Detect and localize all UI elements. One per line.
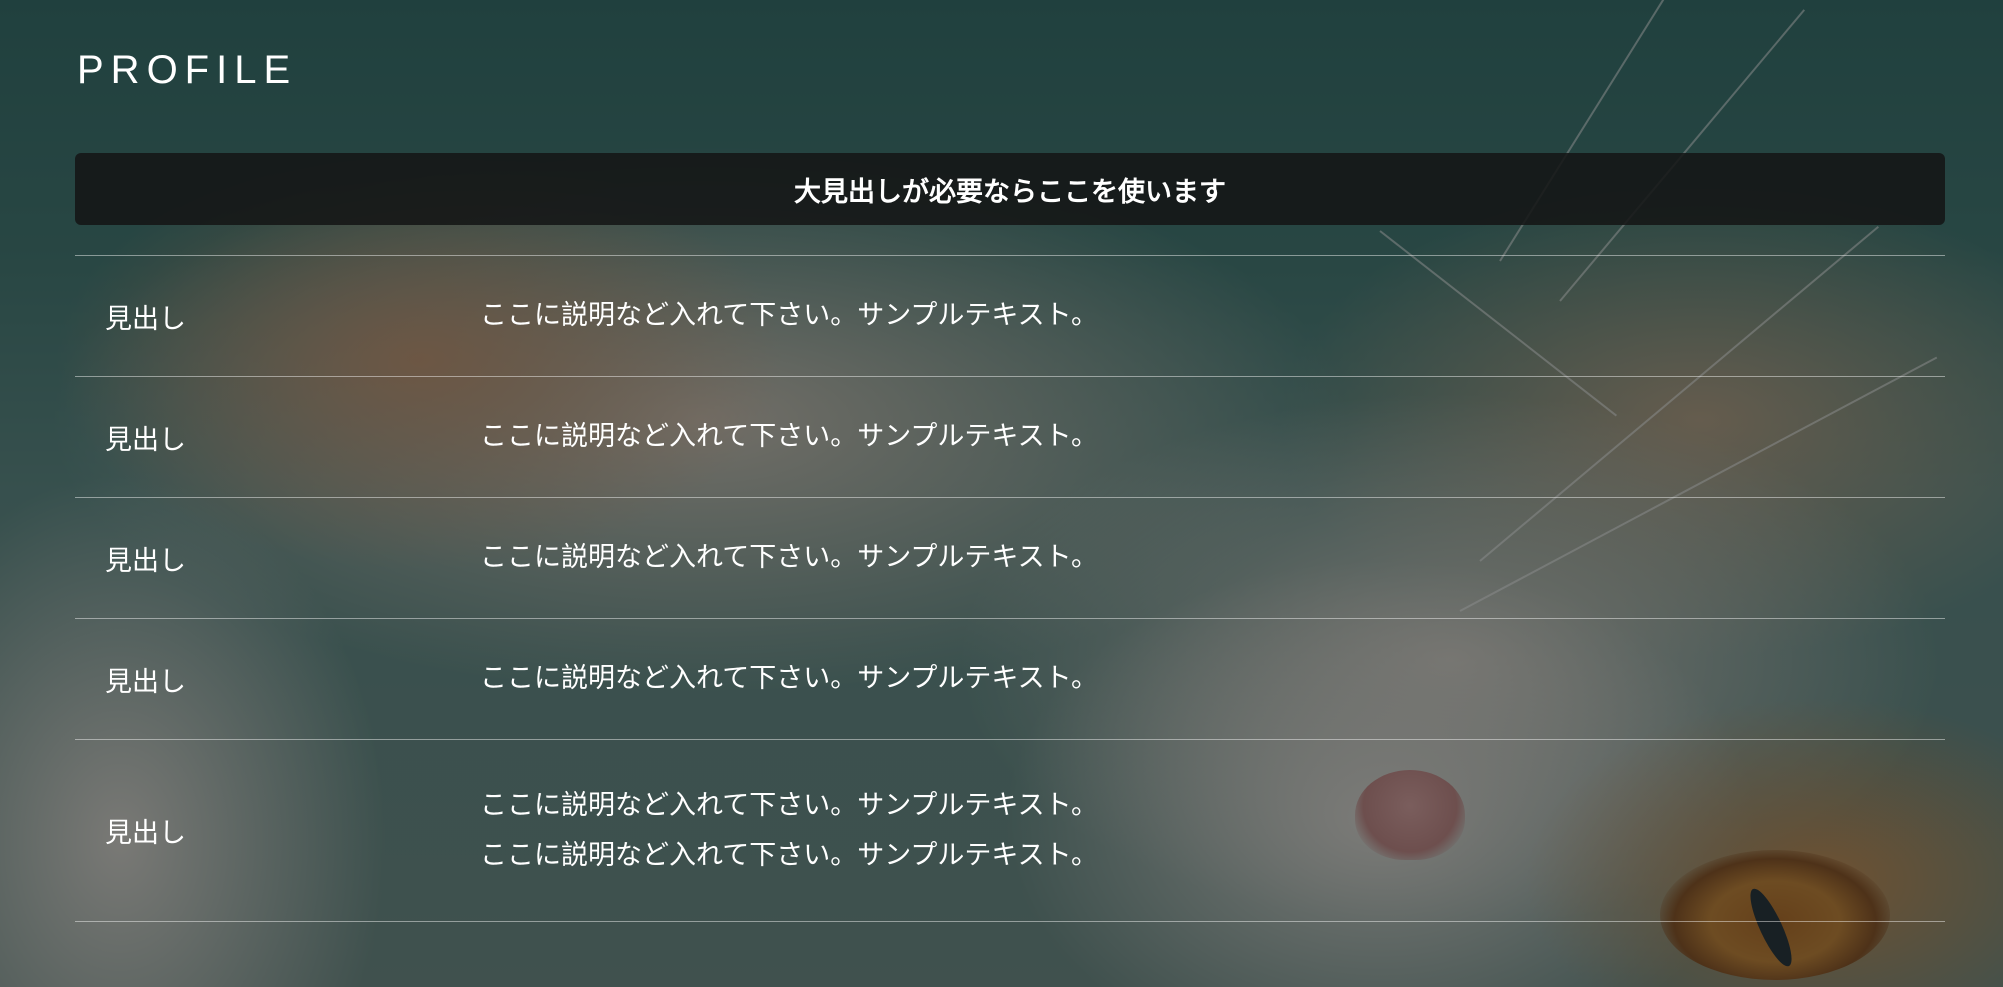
row-description-line: ここに説明など入れて下さい。サンプルテキスト。 — [480, 300, 1099, 331]
row-label: 見出し — [105, 545, 186, 577]
row-label: 見出し — [105, 303, 186, 335]
row-label: 見出し — [105, 424, 186, 456]
row-label: 見出し — [105, 818, 186, 849]
row-description: ここに説明など入れて下さい。サンプルテキスト。 — [480, 533, 1945, 583]
heading-bar: 大見出しが必要ならここを使います — [75, 153, 1945, 225]
row-description: ここに説明など入れて下さい。サンプルテキスト。 ここに説明など入れて下さい。サン… — [480, 781, 1945, 881]
row-description-line: ここに説明など入れて下さい。サンプルテキスト。 — [480, 421, 1099, 452]
heading-bar-text: 大見出しが必要ならここを使います — [794, 176, 1226, 208]
row-label: 見出し — [105, 666, 186, 698]
table-row: 見出し ここに説明など入れて下さい。サンプルテキスト。 ここに説明など入れて下さ… — [75, 740, 1945, 922]
table-row: 見出し ここに説明など入れて下さい。サンプルテキスト。 — [75, 619, 1945, 740]
table-row: 見出し ここに説明など入れて下さい。サンプルテキスト。 — [75, 377, 1945, 498]
row-description: ここに説明など入れて下さい。サンプルテキスト。 — [480, 291, 1945, 341]
row-description: ここに説明など入れて下さい。サンプルテキスト。 — [480, 654, 1945, 704]
section-title: PROFILE — [77, 48, 298, 92]
row-description-line: ここに説明など入れて下さい。サンプルテキスト。 — [480, 663, 1099, 694]
profile-section: PROFILE 大見出しが必要ならここを使います 見出し ここに説明など入れて下… — [0, 0, 2003, 987]
row-description: ここに説明など入れて下さい。サンプルテキスト。 — [480, 412, 1945, 462]
row-description-line: ここに説明など入れて下さい。サンプルテキスト。 — [480, 839, 1099, 871]
profile-table: 見出し ここに説明など入れて下さい。サンプルテキスト。 見出し ここに説明など入… — [75, 255, 1945, 922]
table-row: 見出し ここに説明など入れて下さい。サンプルテキスト。 — [75, 498, 1945, 619]
table-row: 見出し ここに説明など入れて下さい。サンプルテキスト。 — [75, 256, 1945, 377]
row-description-line: ここに説明など入れて下さい。サンプルテキスト。 — [480, 542, 1099, 573]
row-description-line: ここに説明など入れて下さい。サンプルテキスト。 — [480, 789, 1099, 821]
